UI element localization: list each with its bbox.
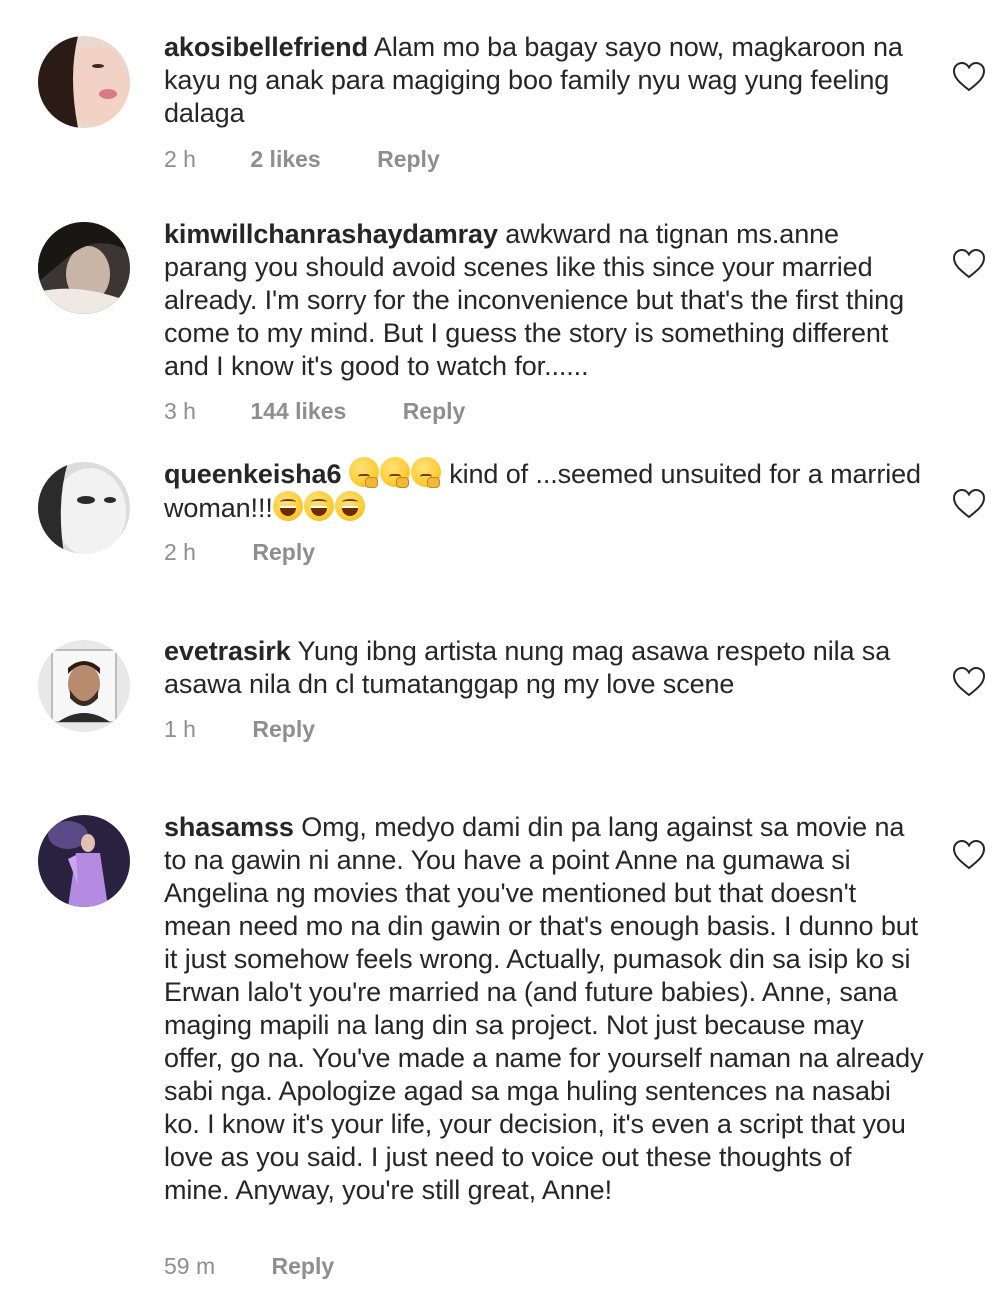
comment-likes[interactable]: 2 likes: [250, 146, 320, 173]
comment-username[interactable]: shasamss: [164, 812, 294, 842]
comment-username[interactable]: kimwillchanrashaydamray: [164, 219, 498, 249]
heart-outline-icon[interactable]: [952, 666, 986, 698]
comment-meta: 59 m Reply: [164, 1253, 334, 1280]
purple-stage-avatar: [38, 815, 130, 907]
comments-list: akosibellefriend Alam mo ba bagay sayo n…: [0, 0, 1000, 1304]
comment-timestamp: 1 h: [164, 716, 196, 742]
comment-meta: 2 h Reply: [164, 539, 315, 566]
emoji-thinking-icons: [348, 457, 442, 489]
comment-text: evetrasirk Yung ibng artista nung mag as…: [164, 635, 924, 701]
comment-username[interactable]: akosibellefriend: [164, 32, 368, 62]
grayscale-selfie-avatar: [38, 462, 130, 554]
comment-timestamp: 3 h: [164, 398, 196, 424]
heart-outline-icon[interactable]: [952, 248, 986, 280]
comment-timestamp: 59 m: [164, 1253, 216, 1279]
comment-meta: 1 h Reply: [164, 716, 315, 743]
avatar[interactable]: [38, 36, 130, 128]
comment-likes[interactable]: 144 likes: [250, 398, 346, 425]
comment-meta: 2 h 2 likes Reply: [164, 146, 440, 173]
dark-portrait-avatar: [38, 222, 130, 314]
comment-text: kimwillchanrashaydamray awkward na tigna…: [164, 218, 924, 383]
reply-button[interactable]: Reply: [252, 539, 315, 566]
avatar[interactable]: [38, 815, 130, 907]
man-portrait-avatar: [38, 640, 130, 732]
comment-timestamp: 2 h: [164, 146, 196, 172]
avatar[interactable]: [38, 462, 130, 554]
comment-timestamp: 2 h: [164, 539, 196, 565]
comment-body: Omg, medyo dami din pa lang against sa m…: [164, 812, 924, 1205]
reply-button[interactable]: Reply: [272, 1253, 335, 1280]
comment-text: queenkeisha6 🤔🤔🤔 kind of ...seemed unsui…: [164, 457, 924, 525]
avatar[interactable]: [38, 222, 130, 314]
reply-button[interactable]: Reply: [403, 398, 466, 425]
reply-button[interactable]: Reply: [252, 716, 315, 743]
heart-outline-icon[interactable]: [952, 488, 986, 520]
comment-text: shasamss Omg, medyo dami din pa lang aga…: [164, 811, 924, 1207]
woman-selfie-avatar: [38, 36, 130, 128]
comment-username[interactable]: evetrasirk: [164, 636, 291, 666]
reply-button[interactable]: Reply: [377, 146, 440, 173]
comment-meta: 3 h 144 likes Reply: [164, 398, 465, 425]
comment-text: akosibellefriend Alam mo ba bagay sayo n…: [164, 31, 924, 130]
heart-outline-icon[interactable]: [952, 61, 986, 93]
emoji-laughing-icons: [272, 491, 366, 523]
avatar[interactable]: [38, 640, 130, 732]
heart-outline-icon[interactable]: [952, 839, 986, 871]
comment-username[interactable]: queenkeisha6: [164, 459, 341, 489]
